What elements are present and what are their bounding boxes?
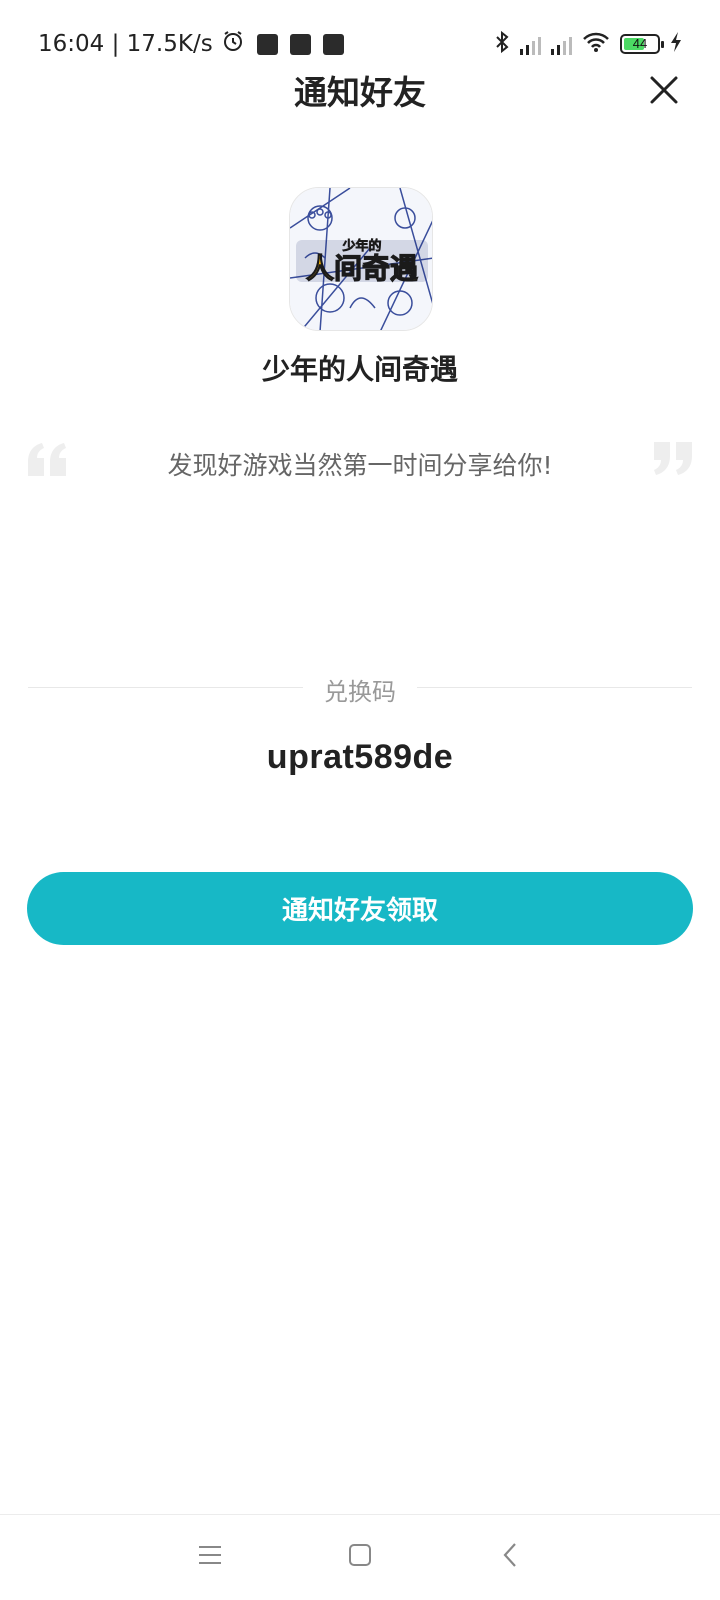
- close-icon: [649, 75, 679, 109]
- notification-icon: [256, 33, 278, 55]
- battery-level: 44: [632, 36, 648, 51]
- notify-friends-button[interactable]: 通知好友领取: [27, 872, 693, 945]
- page-title: 通知好友: [294, 73, 426, 112]
- app-icon-text-main: 人间奇遇: [306, 252, 418, 285]
- menu-icon: [198, 1544, 222, 1570]
- app-name: 少年的人间奇遇: [261, 353, 458, 386]
- redeem-code-value[interactable]: uprat589de: [0, 738, 720, 777]
- signal-icon: [551, 33, 572, 55]
- alarm-icon: [221, 29, 245, 59]
- wifi-icon: [582, 31, 610, 57]
- status-left: 16:04 | 17.5K/s: [38, 28, 344, 60]
- notification-icon: [322, 33, 344, 55]
- app-icon: 少年的 人间奇遇: [289, 187, 433, 331]
- signal-icon: [520, 33, 541, 55]
- navigation-bar: [0, 1514, 720, 1600]
- back-button[interactable]: [490, 1537, 530, 1577]
- status-right: 44: [494, 28, 682, 60]
- share-slogan: 发现好游戏当然第一时间分享给你!: [167, 451, 553, 480]
- home-icon: [348, 1543, 372, 1571]
- quote-close-icon: [650, 442, 694, 476]
- charging-icon: [670, 31, 682, 57]
- divider: [417, 687, 692, 688]
- notification-icon: [289, 33, 311, 55]
- home-button[interactable]: [340, 1537, 380, 1577]
- back-icon: [502, 1542, 518, 1572]
- close-button[interactable]: [644, 72, 684, 112]
- bluetooth-icon: [494, 30, 510, 58]
- status-time-speed: 16:04 | 17.5K/s: [38, 31, 213, 57]
- menu-button[interactable]: [190, 1537, 230, 1577]
- battery-icon: 44: [620, 34, 664, 54]
- redeem-code-label: 兑换码: [324, 678, 396, 706]
